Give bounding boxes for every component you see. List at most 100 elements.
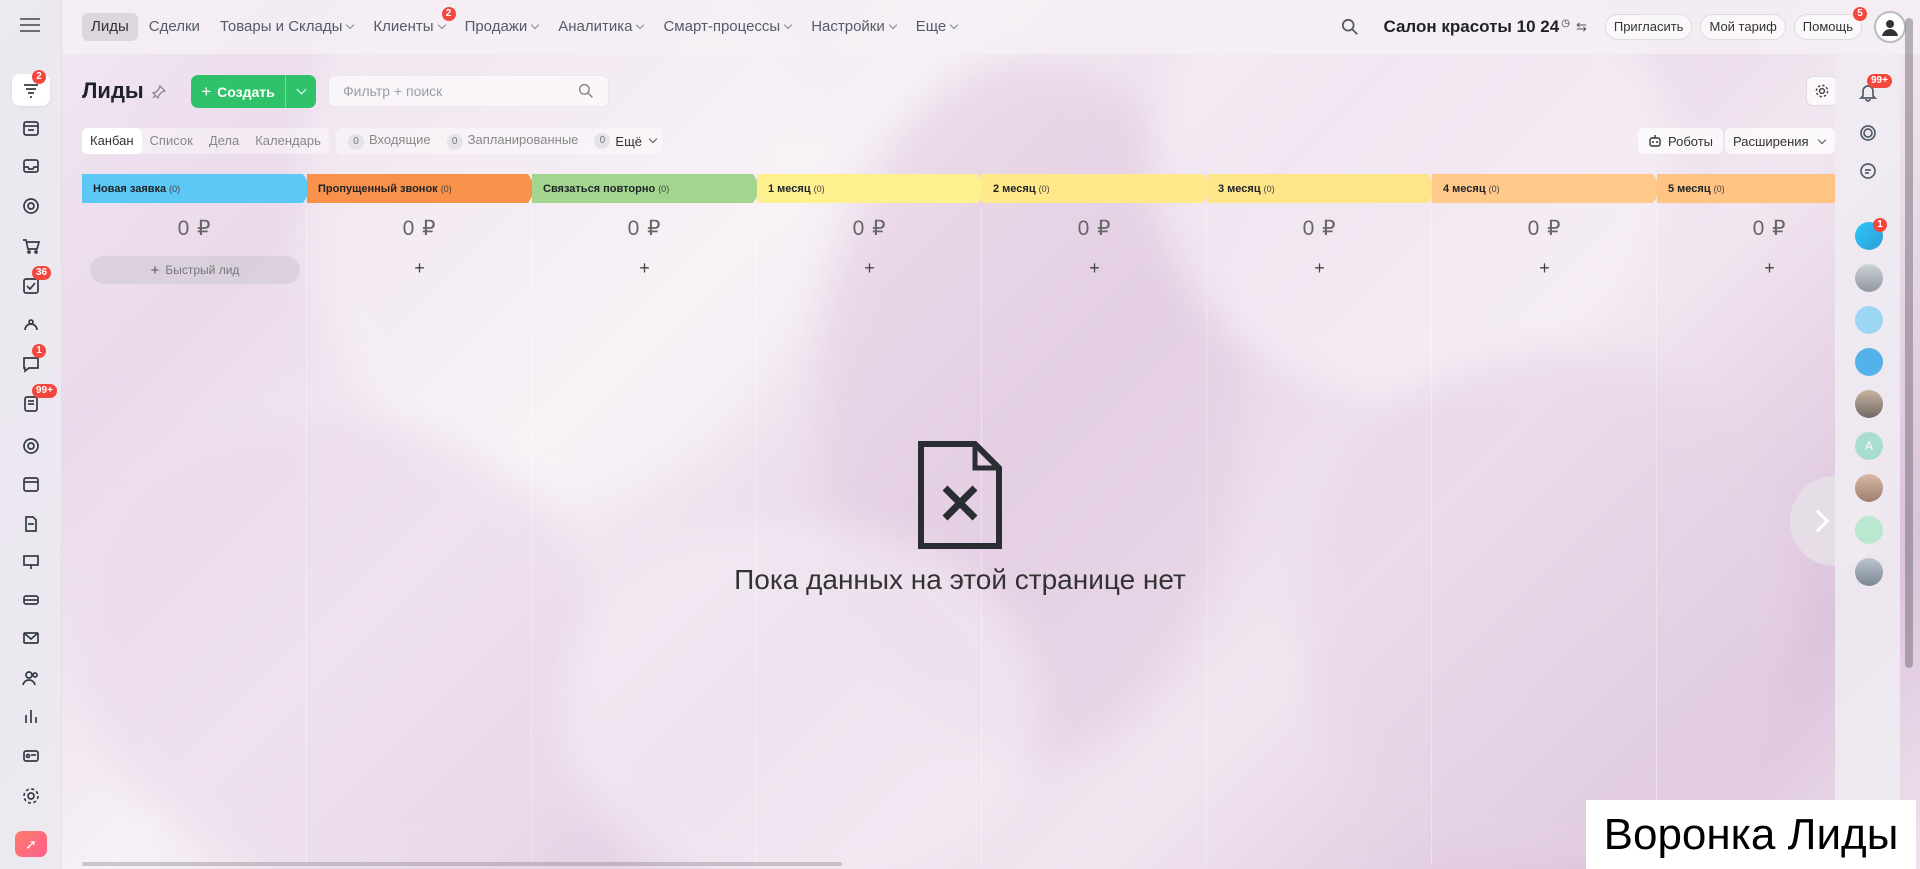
settings-button[interactable] — [1806, 76, 1838, 106]
nav-item-5[interactable]: Аналитика — [549, 13, 652, 41]
nav-item-1[interactable]: Сделки — [140, 13, 209, 41]
contact-avatar[interactable] — [1855, 390, 1883, 418]
target-icon — [23, 198, 39, 214]
nav-item-label: Лиды — [91, 18, 129, 35]
create-dropdown-button[interactable] — [286, 75, 316, 108]
search-icon[interactable] — [1341, 18, 1359, 36]
chevron-down-icon — [648, 134, 658, 144]
sidebar-item-lifebuoy[interactable] — [12, 430, 50, 462]
nav-item-4[interactable]: Продажи — [456, 13, 548, 41]
sidebar-item-automation[interactable] — [12, 310, 50, 342]
add-item-button[interactable]: + — [532, 258, 757, 279]
stage-header[interactable]: Связаться повторно (0) — [532, 174, 762, 203]
quick-lead-button[interactable]: + Быстрый лид — [90, 256, 300, 284]
add-item-button[interactable]: + — [1657, 258, 1835, 279]
horizontal-scrollbar[interactable] — [82, 862, 842, 866]
nav-item-label: Товары и Склады — [219, 18, 343, 35]
notifications-button[interactable]: 99+ — [1855, 74, 1892, 105]
view-activities[interactable]: Дела — [201, 128, 247, 154]
contact-avatar[interactable] — [1855, 558, 1883, 586]
page-title: Лиды — [82, 78, 144, 103]
stage-name: 4 месяц — [1443, 182, 1486, 195]
sidebar-item-calendar-list[interactable] — [12, 112, 50, 144]
swap-icon[interactable]: ⇆ — [1576, 19, 1587, 35]
add-item-button[interactable]: + — [757, 258, 982, 279]
stage-header[interactable]: 1 месяц (0) — [757, 174, 987, 203]
stage-count: (0) — [813, 183, 825, 194]
notes-avatar[interactable] — [1855, 516, 1883, 544]
sidebar-item-calendar[interactable] — [12, 468, 50, 500]
calendar-list-icon — [23, 121, 39, 136]
nav-item-8[interactable]: Еще — [907, 13, 967, 41]
search-input[interactable] — [343, 83, 578, 99]
sidebar-item-cart[interactable] — [12, 230, 50, 262]
nav-item-7[interactable]: Настройки — [802, 13, 905, 41]
sidebar-item-presentation[interactable] — [12, 546, 50, 578]
stage-header[interactable]: 2 месяц (0) — [982, 174, 1212, 203]
view-kanban[interactable]: Канбан — [82, 128, 142, 154]
contact-avatar[interactable] — [1855, 474, 1883, 502]
view-calendar[interactable]: Календарь — [247, 128, 329, 154]
counter-more[interactable]: 0 Ещё — [588, 133, 658, 149]
view-list[interactable]: Список — [142, 128, 201, 154]
sidebar-item-chat[interactable]: 1 — [12, 344, 50, 380]
create-label: Создать — [217, 83, 275, 100]
stage-header[interactable]: Новая заявка (0) — [82, 174, 312, 203]
filter-search-field[interactable] — [328, 75, 609, 107]
sidebar-item-inbox[interactable] — [12, 150, 50, 182]
add-item-button[interactable]: + — [307, 258, 532, 279]
add-item-button[interactable]: + — [1207, 258, 1432, 279]
nav-item-0[interactable]: Лиды — [82, 13, 138, 41]
help-label: Помощь — [1802, 19, 1853, 34]
openlines-button[interactable] — [1855, 120, 1881, 146]
stage-header[interactable]: Пропущенный звонок (0) — [307, 174, 537, 203]
id-card-icon — [23, 750, 39, 762]
sidebar-item-settings[interactable] — [12, 780, 50, 812]
robots-button[interactable]: Роботы — [1638, 128, 1724, 154]
rocket-icon[interactable]: ➚ — [15, 831, 47, 857]
user-avatar[interactable] — [1874, 11, 1906, 43]
bot-avatar[interactable] — [1855, 348, 1883, 376]
sidebar-item-funnel[interactable]: 2 — [12, 70, 50, 106]
counter-incoming[interactable]: 0 Входящие — [342, 132, 431, 150]
sidebar-item-feed[interactable]: 99+ — [12, 384, 57, 420]
stage-header[interactable]: 5 месяц (0) — [1657, 174, 1835, 203]
bookmark-avatar[interactable] — [1855, 306, 1883, 334]
stage-header[interactable]: 3 месяц (0) — [1207, 174, 1437, 203]
my-tariff-button[interactable]: Мой тариф — [1700, 14, 1786, 40]
help-button[interactable]: Помощь 5 — [1793, 7, 1867, 40]
sidebar-item-mail[interactable] — [12, 622, 50, 654]
create-button[interactable]: + Создать — [191, 75, 316, 108]
search-icon[interactable] — [578, 83, 594, 99]
sidebar-item-team[interactable] — [12, 662, 50, 694]
extensions-button[interactable]: Расширения — [1725, 128, 1835, 154]
sidebar-item-document[interactable] — [12, 508, 50, 540]
pin-icon[interactable] — [152, 85, 166, 99]
vertical-scrollbar[interactable] — [1905, 18, 1913, 668]
copilot-button[interactable] — [1855, 158, 1881, 184]
add-item-button[interactable]: + — [1432, 258, 1657, 279]
stage-header[interactable]: 4 месяц (0) — [1432, 174, 1662, 203]
empty-state: Пока данных на этой странице нет — [700, 440, 1220, 596]
sidebar-item-target[interactable] — [12, 190, 50, 222]
stage-count: (0) — [440, 183, 452, 194]
menu-icon[interactable] — [20, 18, 40, 32]
extensions-label: Расширения — [1733, 133, 1809, 149]
chat-avatar[interactable]: 1 — [1855, 218, 1887, 250]
sidebar-item-tasks[interactable]: 36 — [12, 266, 52, 302]
nav-item-3[interactable]: Клиенты 2 — [364, 7, 456, 41]
kanban-column: Пропущенный звонок (0) 0 ₽ + — [307, 174, 532, 864]
sidebar-item-id-card[interactable] — [12, 740, 50, 772]
chevron-down-icon — [888, 20, 897, 30]
counter-planned[interactable]: 0 Запланированные — [441, 132, 578, 150]
invite-button[interactable]: Пригласить — [1604, 14, 1693, 40]
letter-avatar[interactable]: A — [1855, 432, 1883, 460]
add-item-button[interactable]: + — [982, 258, 1207, 279]
sidebar-item-drive[interactable] — [12, 584, 50, 616]
nav-item-2[interactable]: Товары и Склады — [211, 13, 363, 41]
sidebar-item-bar-chart[interactable] — [12, 700, 50, 732]
clock-icon: ◷ — [1561, 17, 1570, 29]
contact-avatar[interactable] — [1855, 264, 1883, 292]
company-name[interactable]: Салон красоты 10 24 — [1383, 17, 1559, 37]
nav-item-6[interactable]: Смарт-процессы — [654, 13, 800, 41]
